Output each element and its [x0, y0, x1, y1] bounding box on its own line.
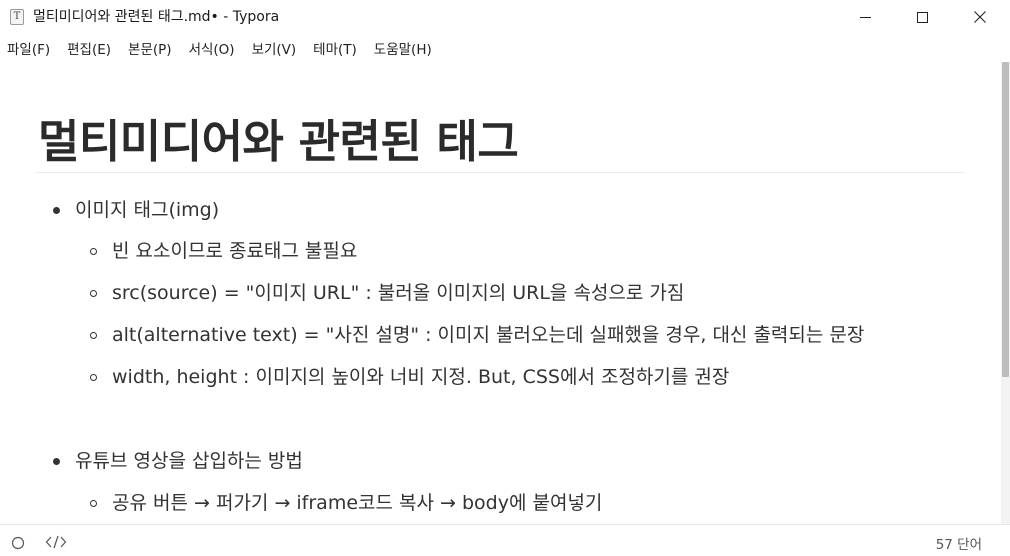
list-item-text: 이미지 태그(img) [75, 199, 220, 221]
menu-bar: 파일(F) 편집(E) 본문(P) 서식(O) 보기(V) 테마(T) 도움말(… [0, 34, 1010, 62]
close-icon [974, 11, 986, 23]
source-code-mode-button[interactable] [45, 534, 67, 550]
heading-divider [36, 172, 964, 173]
maximize-button[interactable] [899, 0, 945, 34]
bullet-circle [90, 248, 97, 255]
menu-view[interactable]: 보기(V) [252, 38, 297, 58]
bullet-circle [90, 500, 97, 507]
list-item-text: 유튜브 영상을 삽입하는 방법 [75, 450, 303, 472]
minimize-button[interactable] [842, 0, 888, 34]
vertical-scrollbar[interactable] [1001, 62, 1010, 524]
close-button[interactable] [957, 0, 1003, 34]
document-heading[interactable]: 멀티미디어와 관련된 태그 [38, 112, 519, 172]
bullet-circle [90, 332, 97, 339]
outline-toggle-button[interactable] [11, 535, 25, 550]
menu-themes[interactable]: 테마(T) [313, 38, 357, 58]
word-count[interactable]: 57 단어 [936, 533, 982, 553]
typora-app-icon[interactable]: T [10, 9, 24, 25]
list-item[interactable]: width, height : 이미지의 높이와 너비 지정. But, CSS… [112, 363, 729, 391]
menu-file[interactable]: 파일(F) [7, 38, 50, 58]
list-item-text: src(source) = "이미지 URL" : 불러올 이미지의 URL을 … [112, 282, 685, 304]
list-item[interactable]: src(source) = "이미지 URL" : 불러올 이미지의 URL을 … [112, 279, 684, 307]
menu-paragraph[interactable]: 본문(P) [128, 38, 172, 58]
outline-toggle-icon [11, 536, 25, 550]
bullet-disc [53, 458, 60, 465]
window-title: 멀티미디어와 관련된 태그.md• - Typora [33, 9, 280, 25]
list-item[interactable]: 공유 버튼 → 퍼가기 → iframe코드 복사 → body에 붙여넣기 [112, 489, 602, 517]
maximize-icon [916, 11, 928, 23]
list-item[interactable]: 빈 요소이므로 종료태그 불필요 [112, 237, 357, 265]
list-item-text: alt(alternative text) = "사진 설명" : 이미지 불러… [112, 324, 865, 346]
menu-edit[interactable]: 편집(E) [67, 38, 111, 58]
list-item-text: width, height : 이미지의 높이와 너비 지정. But, CSS… [112, 366, 730, 388]
list-item[interactable]: 이미지 태그(img) [75, 196, 219, 224]
status-bar: 57 단어 [0, 524, 1010, 556]
bullet-circle [90, 374, 97, 381]
scrollbar-thumb[interactable] [1002, 62, 1009, 377]
title-bar[interactable]: T 멀티미디어와 관련된 태그.md• - Typora [0, 0, 1010, 34]
bullet-disc [53, 207, 60, 214]
list-item-text: 공유 버튼 → 퍼가기 → iframe코드 복사 → body에 붙여넣기 [112, 492, 603, 514]
editor-area[interactable]: 멀티미디어와 관련된 태그 이미지 태그(img) 빈 요소이므로 종료태그 불… [0, 62, 1001, 524]
list-item[interactable]: alt(alternative text) = "사진 설명" : 이미지 불러… [112, 321, 864, 349]
list-item[interactable]: 유튜브 영상을 삽입하는 방법 [75, 447, 303, 475]
source-code-icon [45, 535, 67, 549]
typora-window: T 멀티미디어와 관련된 태그.md• - Typora 파일(F) 편집(E)… [0, 0, 1010, 556]
list-item-text: 빈 요소이므로 종료태그 불필요 [112, 240, 358, 262]
menu-help[interactable]: 도움말(H) [374, 38, 432, 58]
menu-format[interactable]: 서식(O) [189, 38, 235, 58]
minimize-icon [859, 16, 871, 18]
bullet-circle [90, 290, 97, 297]
